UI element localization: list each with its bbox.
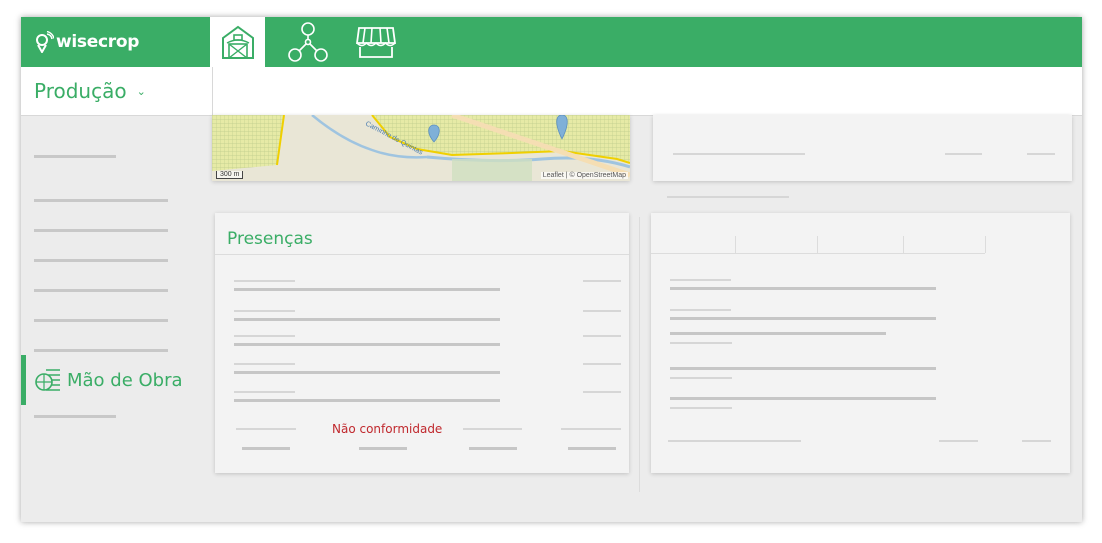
- placeholder-line: [234, 343, 500, 346]
- placeholder-line: [568, 447, 616, 450]
- placeholder-line: [463, 428, 522, 430]
- summary-card-top-right: [653, 115, 1072, 181]
- map-widget[interactable]: Caminho de Quintas 300 m Leaflet | © Ope…: [212, 115, 630, 181]
- placeholder-line: [234, 310, 295, 312]
- placeholder-line: [234, 280, 295, 282]
- farm-barn-icon: [221, 25, 254, 59]
- placeholder-line: [561, 428, 621, 430]
- module-bar: Produção ⌄: [21, 67, 1082, 116]
- card-divider: [215, 254, 629, 255]
- chevron-down-icon: ⌄: [136, 85, 146, 98]
- active-indicator: [21, 355, 26, 405]
- placeholder-line: [670, 317, 936, 320]
- placeholder-line: [234, 288, 500, 291]
- placeholder-line: [583, 363, 621, 365]
- sidebar-item-placeholder[interactable]: [34, 199, 168, 202]
- presencas-card: Presenças Não conformidade: [215, 213, 629, 473]
- tab-separator: [735, 236, 736, 253]
- placeholder-line: [234, 391, 295, 393]
- placeholder-line: [670, 279, 731, 281]
- placeholder-line: [234, 399, 500, 402]
- app-window: wisecrop Produção ⌄ Mão de Obra Caminho …: [21, 17, 1082, 522]
- sidebar-item-placeholder[interactable]: [34, 319, 168, 322]
- placeholder-line: [670, 377, 732, 379]
- placeholder-line: [234, 371, 500, 374]
- network-nodes-icon: [288, 22, 328, 62]
- placeholder-line: [670, 407, 732, 409]
- map-scale: 300 m: [216, 171, 244, 179]
- sidebar-item-mao-de-obra[interactable]: Mão de Obra: [21, 355, 212, 405]
- placeholder-line: [670, 342, 732, 344]
- module-selector[interactable]: Produção ⌄: [21, 67, 213, 115]
- placeholder-line: [234, 335, 295, 337]
- tab-separator: [985, 236, 986, 253]
- map-attribution[interactable]: Leaflet | © OpenStreetMap: [540, 172, 628, 179]
- placeholder-line: [939, 440, 978, 442]
- placeholder-line: [670, 287, 936, 290]
- placeholder-line: [583, 391, 621, 393]
- sidebar: Mão de Obra: [21, 115, 212, 522]
- sidebar-item-placeholder[interactable]: [34, 259, 168, 262]
- workforce-icon: [35, 369, 60, 391]
- placeholder-line: [583, 280, 621, 282]
- details-card: [651, 213, 1070, 473]
- placeholder-line: [583, 310, 621, 312]
- placeholder-line: [670, 397, 936, 400]
- card-title: Presenças: [227, 229, 313, 249]
- sidebar-item-placeholder[interactable]: [34, 155, 116, 158]
- non-conformity-label[interactable]: Não conformidade: [332, 422, 442, 436]
- placeholder-line: [945, 153, 982, 155]
- sidebar-item-placeholder[interactable]: [34, 349, 168, 352]
- top-navigation-bar: wisecrop: [21, 17, 1082, 67]
- placeholder-line: [359, 447, 407, 450]
- nav-production[interactable]: [210, 17, 265, 67]
- placeholder-line: [234, 363, 295, 365]
- sidebar-item-placeholder[interactable]: [34, 415, 116, 418]
- market-stall-icon: [355, 27, 396, 58]
- placeholder-line: [234, 318, 500, 321]
- placeholder-line: [670, 367, 936, 370]
- wisecrop-logo-icon: [36, 31, 54, 53]
- tab-separator: [817, 236, 818, 253]
- sidebar-item-label: Mão de Obra: [67, 370, 183, 391]
- placeholder-line: [639, 217, 640, 492]
- placeholder-line: [667, 196, 789, 198]
- brand-name: wisecrop: [56, 32, 140, 52]
- wisecrop-logo[interactable]: wisecrop: [34, 30, 139, 54]
- placeholder-line: [673, 153, 805, 155]
- tab-divider: [651, 253, 985, 254]
- placeholder-line: [236, 428, 296, 430]
- module-label: Produção: [34, 79, 127, 103]
- placeholder-line: [583, 335, 621, 337]
- placeholder-line: [668, 440, 801, 442]
- nav-network[interactable]: [283, 17, 333, 67]
- nav-market[interactable]: [353, 17, 398, 67]
- placeholder-line: [670, 309, 731, 311]
- placeholder-line: [1027, 153, 1055, 155]
- placeholder-line: [469, 447, 517, 450]
- placeholder-line: [1022, 440, 1051, 442]
- sidebar-item-placeholder[interactable]: [34, 289, 168, 292]
- placeholder-line: [670, 332, 886, 335]
- sidebar-item-placeholder[interactable]: [34, 229, 168, 232]
- tab-separator: [903, 236, 904, 253]
- placeholder-line: [242, 447, 290, 450]
